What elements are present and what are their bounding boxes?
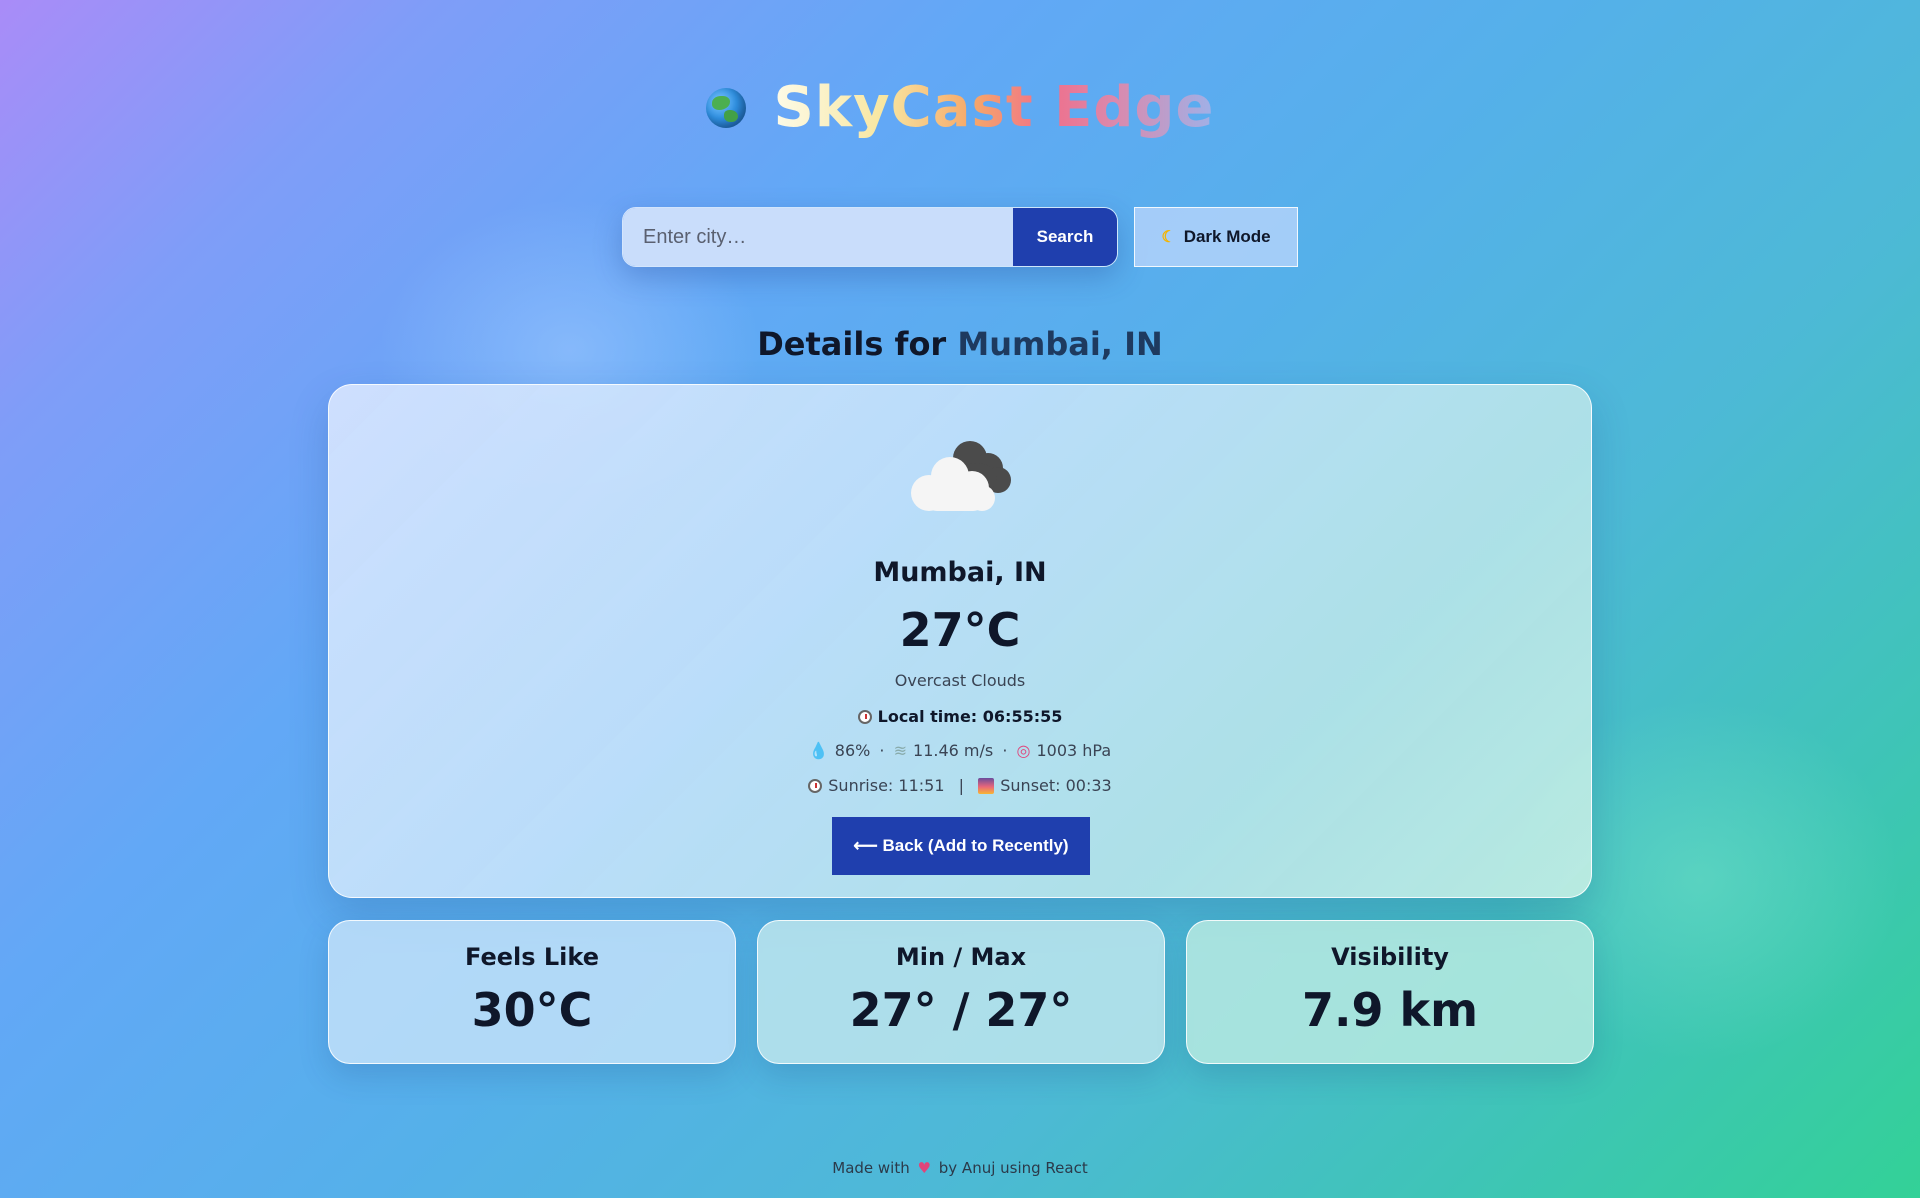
droplet-icon: 💧 — [808, 741, 829, 760]
stat-label: Min / Max — [895, 943, 1027, 971]
min-max-card: Min / Max 27° / 27° — [757, 920, 1165, 1064]
search-bar: Search ☾ Dark Mode — [0, 207, 1920, 267]
weather-stats: 💧 86% · ≋ 11.46 m/s · ◎ 1003 hPa — [808, 741, 1112, 760]
app-title: SkyCast Edge — [774, 70, 1215, 146]
weather-card: Mumbai, IN 27°C Overcast Clouds Local ti… — [328, 384, 1592, 898]
moon-icon: ☾ — [1161, 229, 1176, 246]
local-time-text: Local time: 06:55:55 — [877, 707, 1063, 726]
pressure-icon: ◎ — [1016, 741, 1031, 760]
sunset-value: Sunset: 00:33 — [1000, 776, 1112, 795]
back-button[interactable]: ⟵ Back (Add to Recently) — [832, 817, 1090, 875]
stat-value: 30°C — [471, 983, 593, 1037]
sunrise-value: Sunrise: 11:51 — [828, 776, 945, 795]
stat-value: 27° / 27° — [849, 983, 1073, 1037]
humidity-value: 86% — [834, 741, 871, 760]
stat-label: Visibility — [1331, 943, 1449, 971]
pressure-value: 1003 hPa — [1036, 741, 1112, 760]
dark-mode-button[interactable]: ☾ Dark Mode — [1134, 207, 1298, 267]
card-city: Mumbai, IN — [873, 557, 1047, 588]
feels-like-card: Feels Like 30°C — [328, 920, 736, 1064]
footer: Made with ♥ by Anuj using React — [0, 1159, 1920, 1177]
footer-suffix: by Anuj using React — [938, 1159, 1088, 1177]
sunrise-icon — [808, 779, 823, 793]
visibility-card: Visibility 7.9 km — [1186, 920, 1594, 1064]
clock-icon — [857, 710, 872, 724]
sun-times: Sunrise: 11:51 | Sunset: 00:33 — [329, 776, 1591, 795]
footer-prefix: Made with — [832, 1159, 910, 1177]
details-heading: Details for Mumbai, IN — [0, 325, 1920, 363]
local-time: Local time: 06:55:55 — [329, 707, 1591, 726]
details-prefix: Details for — [757, 325, 947, 363]
stat-value: 7.9 km — [1301, 983, 1479, 1037]
search-box: Search — [622, 207, 1118, 267]
cloud-icon — [909, 441, 1013, 511]
dark-mode-label: Dark Mode — [1183, 227, 1271, 246]
search-input[interactable] — [623, 208, 1013, 266]
current-temperature: 27°C — [899, 603, 1021, 657]
wind-icon: ≋ — [893, 741, 908, 760]
wind-value: 11.46 m/s — [913, 741, 994, 760]
stat-label: Feels Like — [465, 943, 599, 971]
heart-icon: ♥ — [917, 1159, 931, 1177]
details-city: Mumbai, IN — [957, 325, 1163, 363]
globe-icon — [705, 88, 746, 128]
weather-description: Overcast Clouds — [894, 671, 1026, 690]
search-button[interactable]: Search — [1013, 208, 1117, 266]
app-header: SkyCast Edge — [0, 70, 1920, 146]
sunset-icon — [978, 778, 995, 794]
